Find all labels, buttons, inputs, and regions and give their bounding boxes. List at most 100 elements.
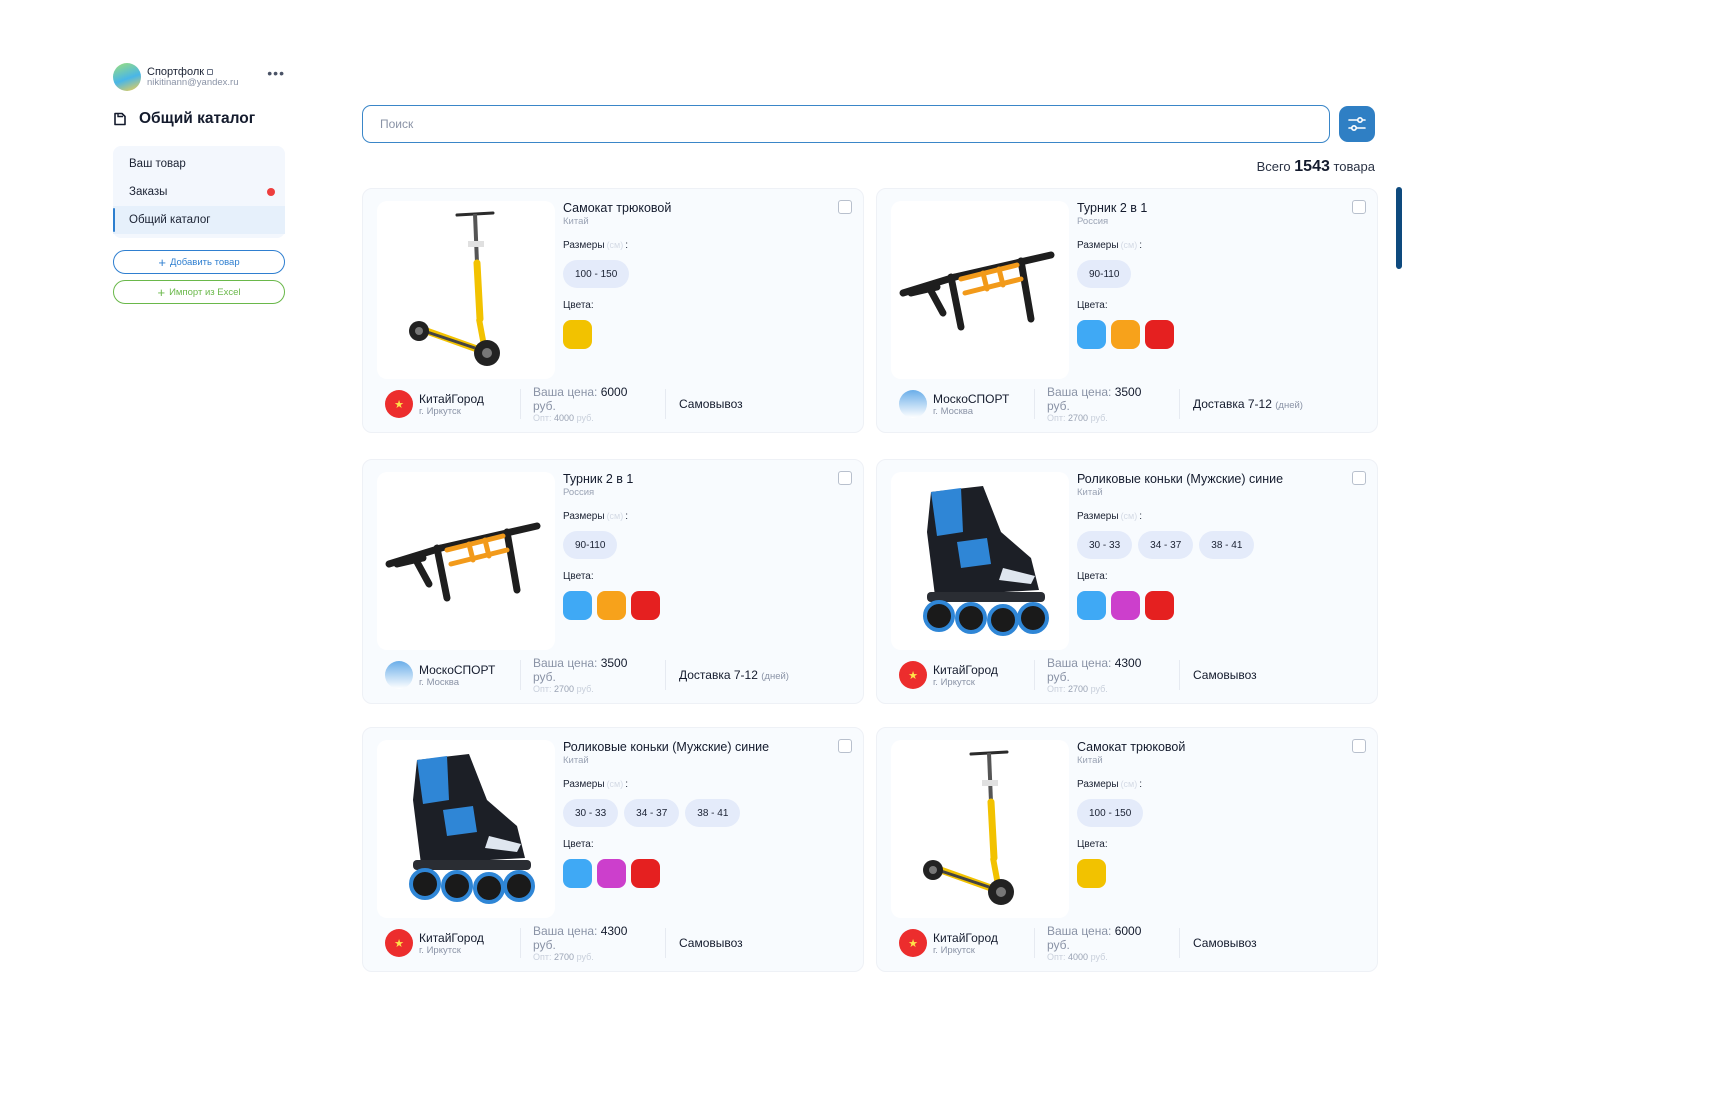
color-swatch-red[interactable] [1145,591,1174,620]
seller[interactable]: ★ КитайГород г. Иркутск [899,928,1035,958]
product-card[interactable]: Турник 2 в 1 Россия Размеры (см): 90-110 … [876,188,1378,433]
opt-price: 4000 [554,412,575,423]
scrollbar[interactable] [1396,187,1402,269]
product-card[interactable]: Самокат трюковой Китай Размеры (см): 100 … [876,727,1378,972]
size-chip[interactable]: 100 - 150 [563,260,630,288]
product-image[interactable] [377,740,555,918]
sizes-unit: (см) [1120,511,1138,521]
product-country: Китай [563,755,589,766]
product-image[interactable] [377,201,555,379]
seller[interactable]: ★ КитайГород г. Иркутск [899,660,1035,690]
sidebar-menu: Ваш товар Заказы Общий каталог [113,146,285,238]
select-checkbox[interactable] [1352,739,1366,753]
colors-label: Цвета: [1077,839,1108,850]
search-input[interactable] [380,117,1329,131]
opt-price: 2700 [1068,683,1089,694]
profile[interactable]: Спортфолк nikitinann@yandex.ru ••• [113,62,285,92]
price-value: 3500 [600,655,628,670]
filter-button[interactable] [1339,106,1375,142]
product-image[interactable] [891,201,1069,379]
sidebar-item-orders[interactable]: Заказы [113,178,285,206]
avatar [113,63,141,91]
total-count: Всего 1543 товара [1256,158,1375,175]
select-checkbox[interactable] [838,739,852,753]
color-swatch-red[interactable] [1145,320,1174,349]
seller-city: г. Иркутск [419,944,461,956]
price-value: 6000 [1114,923,1142,938]
color-swatch-yellow[interactable] [1077,859,1106,888]
color-swatches [1077,320,1347,349]
product-photo [377,201,555,379]
seller[interactable]: ★ КитайГород г. Иркутск [385,928,521,958]
size-chip[interactable]: 38 - 41 [685,799,741,827]
select-checkbox[interactable] [1352,200,1366,214]
color-swatch-orange[interactable] [597,591,626,620]
size-chips: 100 - 150 [1077,799,1347,827]
profile-name: Спортфолк [147,65,205,78]
color-swatch-blue[interactable] [563,859,592,888]
sizes-unit: (см) [1120,240,1138,250]
size-chip[interactable]: 100 - 150 [1077,799,1144,827]
seller[interactable]: МоскоСПОРТ г. Москва [385,660,521,690]
select-checkbox[interactable] [838,471,852,485]
price-value: 6000 [600,384,628,399]
color-swatch-magenta[interactable] [1111,591,1140,620]
price-block: Ваша цена: 3500 руб. Опт: 2700 руб. [521,656,666,694]
seller[interactable]: МоскоСПОРТ г. Москва [899,389,1035,419]
china-flag-icon: ★ [385,390,413,418]
select-checkbox[interactable] [1352,471,1366,485]
sidebar-item-catalog[interactable]: Общий каталог [113,206,285,234]
size-chips: 90-110 [1077,260,1347,288]
size-chip[interactable]: 30 - 33 [563,799,619,827]
product-photo [891,201,1069,379]
more-options-icon[interactable]: ••• [267,66,285,80]
china-flag-icon: ★ [385,929,413,957]
product-title: Самокат трюковой [563,201,672,215]
seller[interactable]: ★ КитайГород г. Иркутск [385,389,521,419]
card-footer: ★ КитайГород г. Иркутск Ваша цена: 6000 … [385,385,849,423]
sizes-label: Размеры [563,779,605,790]
seller-avatar [385,661,413,689]
color-swatch-magenta[interactable] [597,859,626,888]
delivery-info: Самовывоз [679,397,743,411]
size-chip[interactable]: 34 - 37 [624,799,680,827]
china-flag-icon: ★ [899,929,927,957]
product-image[interactable] [377,472,555,650]
size-chip[interactable]: 90-110 [563,531,618,559]
size-chips: 30 - 33 34 - 37 38 - 41 [1077,531,1347,559]
product-card[interactable]: Турник 2 в 1 Россия Размеры (см): 90-110 … [362,459,864,704]
size-chip[interactable]: 30 - 33 [1077,531,1133,559]
card-footer: МоскоСПОРТ г. Москва Ваша цена: 3500 руб… [385,656,849,694]
color-swatch-red[interactable] [631,591,660,620]
import-excel-button[interactable]: + Импорт из Excel [113,280,285,304]
search-bar[interactable] [362,105,1330,143]
product-card[interactable]: Самокат трюковой Китай Размеры (см): 100 … [362,188,864,433]
color-swatch-red[interactable] [631,859,660,888]
card-footer: ★ КитайГород г. Иркутск Ваша цена: 4300 … [899,656,1363,694]
opt-price: 2700 [1068,412,1089,423]
plus-icon: + [157,284,166,300]
select-checkbox[interactable] [838,200,852,214]
size-chip[interactable]: 38 - 41 [1199,531,1255,559]
color-swatches [1077,591,1347,620]
color-swatch-blue[interactable] [563,591,592,620]
product-title: Турник 2 в 1 [563,472,634,486]
delivery-info: Самовывоз [1193,936,1257,950]
product-card[interactable]: Роликовые коньки (Мужские) синие Китай Р… [362,727,864,972]
size-chip[interactable]: 90-110 [1077,260,1132,288]
color-swatches [563,591,833,620]
color-swatch-blue[interactable] [1077,320,1106,349]
size-chip[interactable]: 34 - 37 [1138,531,1194,559]
color-swatch-orange[interactable] [1111,320,1140,349]
add-product-button[interactable]: + Добавить товар [113,250,285,274]
color-swatch-yellow[interactable] [563,320,592,349]
card-footer: ★ КитайГород г. Иркутск Ваша цена: 4300 … [385,924,849,962]
color-swatch-blue[interactable] [1077,591,1106,620]
plus-icon: + [158,254,166,270]
product-image[interactable] [891,740,1069,918]
sidebar-item-your-goods[interactable]: Ваш товар [113,150,285,178]
color-swatches [563,859,833,888]
product-card[interactable]: Роликовые коньки (Мужские) синие Китай Р… [876,459,1378,704]
product-image[interactable] [891,472,1069,650]
product-photo [377,472,555,650]
